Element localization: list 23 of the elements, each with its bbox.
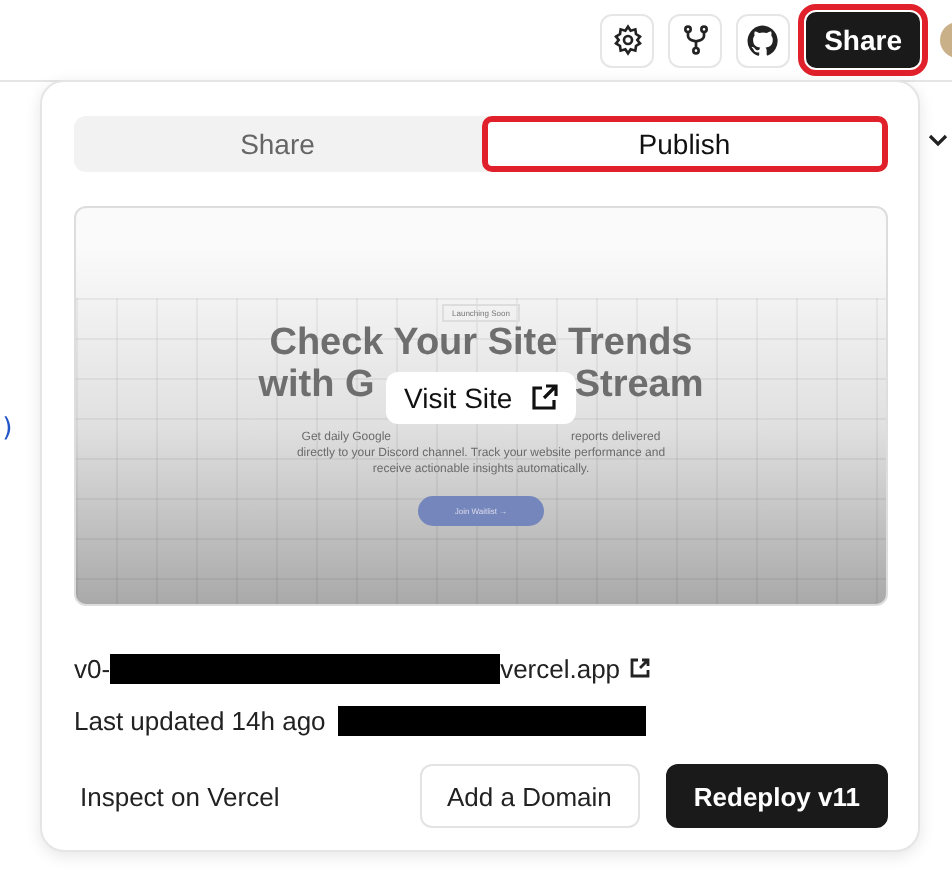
- settings-icon: [611, 24, 644, 56]
- chevron-down-icon[interactable]: [928, 132, 948, 148]
- url-text: v0-: [74, 653, 111, 683]
- branch-icon: [679, 24, 712, 56]
- fork-button[interactable]: [668, 13, 723, 67]
- settings-button[interactable]: [600, 13, 655, 67]
- visit-site-button[interactable]: Visit Site: [386, 372, 577, 424]
- url-text: vercel.app: [500, 653, 621, 683]
- code-fragment: ): [0, 414, 16, 444]
- share-button[interactable]: Share: [806, 12, 920, 68]
- github-button[interactable]: [736, 13, 791, 67]
- external-link-icon: [530, 384, 559, 412]
- tab[interactable]: Share: [74, 116, 481, 172]
- github-icon: [746, 23, 781, 57]
- preview-heading: Stream: [574, 364, 704, 406]
- inspect-link[interactable]: Inspect on Vercel: [74, 781, 280, 811]
- tab[interactable]: Publish: [481, 116, 888, 172]
- redeploy-button[interactable]: Redeploy v11: [665, 764, 888, 828]
- last-updated-text: Last updated 14h ago: [74, 705, 326, 735]
- domain-button[interactable]: Add a Domain: [419, 764, 640, 828]
- external-link-icon[interactable]: [630, 658, 651, 678]
- preview-heading: with G: [258, 364, 375, 406]
- preview-heading: Check Your Site Trends: [269, 322, 693, 364]
